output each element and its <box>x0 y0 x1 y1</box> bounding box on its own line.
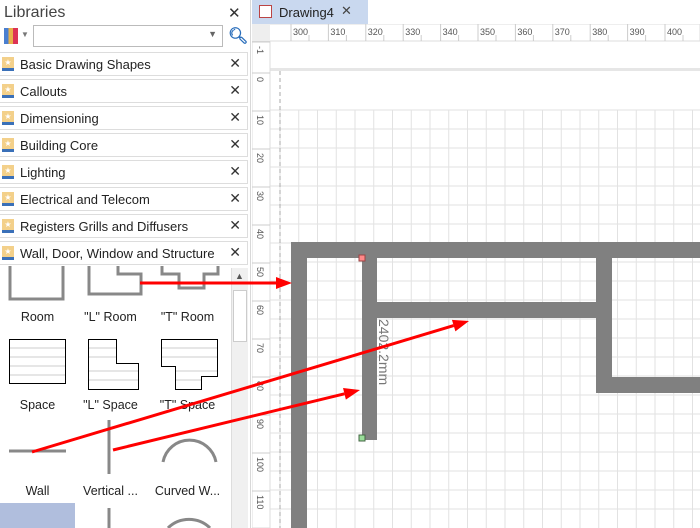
library-item-label: Callouts <box>20 84 67 99</box>
ruler-label: 350 <box>480 27 495 37</box>
ruler-label: 380 <box>592 27 607 37</box>
room-shape[interactable] <box>8 266 65 301</box>
shape-label[interactable]: "T" Room <box>150 310 225 324</box>
ruler-label: 110 <box>255 495 265 509</box>
drawing-canvas[interactable]: 300 310 320 330 340 350 360 370 380 390 400 -1 0 10 20… <box>252 24 700 528</box>
t-space-shape[interactable] <box>161 339 218 390</box>
library-books-icon[interactable] <box>4 28 18 44</box>
ruler-label: 90 <box>255 419 265 429</box>
l-room-shape[interactable] <box>87 266 143 296</box>
star-icon: ★ <box>2 138 14 152</box>
wall[interactable] <box>362 258 377 440</box>
ruler-label: 400 <box>667 27 682 37</box>
dimension-label: 2402.2mm <box>376 319 392 385</box>
chevron-down-icon[interactable]: ▼ <box>21 30 29 39</box>
library-item[interactable]: ★ Basic Drawing Shapes ✕ <box>0 52 248 76</box>
ruler-label: 10 <box>255 115 265 125</box>
ruler-label: 50 <box>255 267 265 277</box>
shape-label[interactable]: "L" Room <box>73 310 148 324</box>
ruler-label: 300 <box>293 27 308 37</box>
library-item[interactable]: ★ Registers Grills and Diffusers ✕ <box>0 214 248 238</box>
libraries-panel: Libraries ✕ ▼ ▼ 🔍︎ ★ Basic Drawing Shapes… <box>0 0 251 528</box>
scroll-up-icon[interactable]: ▲ <box>235 271 244 281</box>
ruler-label: 30 <box>255 191 265 201</box>
ruler-label: 370 <box>555 27 570 37</box>
ruler-label: 80 <box>255 381 265 391</box>
page-top-edge <box>270 68 700 71</box>
shape-label[interactable]: "L" Space <box>73 398 148 412</box>
close-library-icon[interactable]: ✕ <box>229 163 241 180</box>
library-item[interactable]: ★ Building Core ✕ <box>0 133 248 157</box>
library-item[interactable]: ★ Dimensioning ✕ <box>0 106 248 130</box>
star-icon: ★ <box>2 219 14 233</box>
star-icon: ★ <box>2 192 14 206</box>
library-item[interactable]: ★ Callouts ✕ <box>0 79 248 103</box>
close-library-icon[interactable]: ✕ <box>229 244 241 261</box>
ruler-label: 60 <box>255 305 265 315</box>
shape-label[interactable]: Vertical ... <box>73 484 148 498</box>
wall-start-handle[interactable] <box>358 254 366 262</box>
tab-drawing4[interactable]: Drawing4 ✕ <box>252 0 368 24</box>
library-item[interactable]: ★ Electrical and Telecom ✕ <box>0 187 248 211</box>
star-icon: ★ <box>2 84 14 98</box>
ruler-label: 330 <box>405 27 420 37</box>
library-item-label: Lighting <box>20 165 66 180</box>
drawing-icon <box>259 5 272 18</box>
library-item-label: Electrical and Telecom <box>20 192 150 207</box>
library-search-input[interactable]: ▼ <box>33 25 223 47</box>
space-shape[interactable] <box>9 339 66 384</box>
shape-label[interactable]: Curved W... <box>150 484 225 498</box>
shape-label[interactable]: Wall <box>0 484 75 498</box>
curved-wall-shape[interactable] <box>161 438 218 463</box>
ruler-label: 100 <box>255 457 265 472</box>
gallery-scrollbar[interactable]: ▲ <box>231 268 248 528</box>
close-library-icon[interactable]: ✕ <box>229 82 241 99</box>
ruler-label: 320 <box>368 27 383 37</box>
library-item-label: Registers Grills and Diffusers <box>20 219 189 234</box>
tab-label: Drawing4 <box>279 5 334 20</box>
library-item[interactable]: ★ Wall, Door, Window and Structure ✕ <box>0 241 248 265</box>
library-item[interactable]: ★ Lighting ✕ <box>0 160 248 184</box>
library-item-label: Building Core <box>20 138 99 153</box>
ruler-label: -1 <box>255 46 265 54</box>
search-icon[interactable]: 🔍︎ <box>228 26 248 46</box>
close-library-icon[interactable]: ✕ <box>229 109 241 126</box>
dropdown-arrow-icon[interactable]: ▼ <box>208 29 217 39</box>
ruler-label: 390 <box>630 27 645 37</box>
close-library-icon[interactable]: ✕ <box>229 190 241 207</box>
ruler-label: 20 <box>255 153 265 163</box>
wall[interactable] <box>377 302 596 318</box>
star-icon: ★ <box>2 246 14 260</box>
shape-label[interactable]: Room <box>0 310 75 324</box>
library-item-label: Dimensioning <box>20 111 99 126</box>
t-room-shape[interactable] <box>160 266 220 290</box>
shape-label[interactable]: Space <box>0 398 75 412</box>
shape-label[interactable]: "T" Space <box>150 398 225 412</box>
star-icon: ★ <box>2 57 14 71</box>
close-library-icon[interactable]: ✕ <box>229 55 241 72</box>
close-library-icon[interactable]: ✕ <box>229 217 241 234</box>
ruler-label: 40 <box>255 229 265 239</box>
tab-bar: Drawing4 ✕ <box>252 0 700 24</box>
wall-end-handle[interactable] <box>358 434 366 442</box>
ruler-label: 310 <box>330 27 345 37</box>
ruler-label: 360 <box>517 27 532 37</box>
wall[interactable] <box>596 258 612 393</box>
wall[interactable] <box>291 242 700 258</box>
wall[interactable] <box>596 377 700 393</box>
ruler-label: 70 <box>255 343 265 353</box>
star-icon: ★ <box>2 165 14 179</box>
ruler-label: 0 <box>255 77 265 82</box>
libraries-title: Libraries <box>4 4 66 21</box>
scrollbar-thumb[interactable] <box>233 290 247 342</box>
l-space-shape[interactable] <box>88 339 139 390</box>
wall[interactable] <box>291 242 307 528</box>
star-icon: ★ <box>2 111 14 125</box>
close-library-icon[interactable]: ✕ <box>229 136 241 153</box>
ruler-label: 340 <box>443 27 458 37</box>
library-item-label: Basic Drawing Shapes <box>20 57 151 72</box>
library-item-label: Wall, Door, Window and Structure <box>20 246 215 261</box>
close-tab-icon[interactable]: ✕ <box>341 3 352 19</box>
close-panel-icon[interactable]: ✕ <box>228 4 241 22</box>
